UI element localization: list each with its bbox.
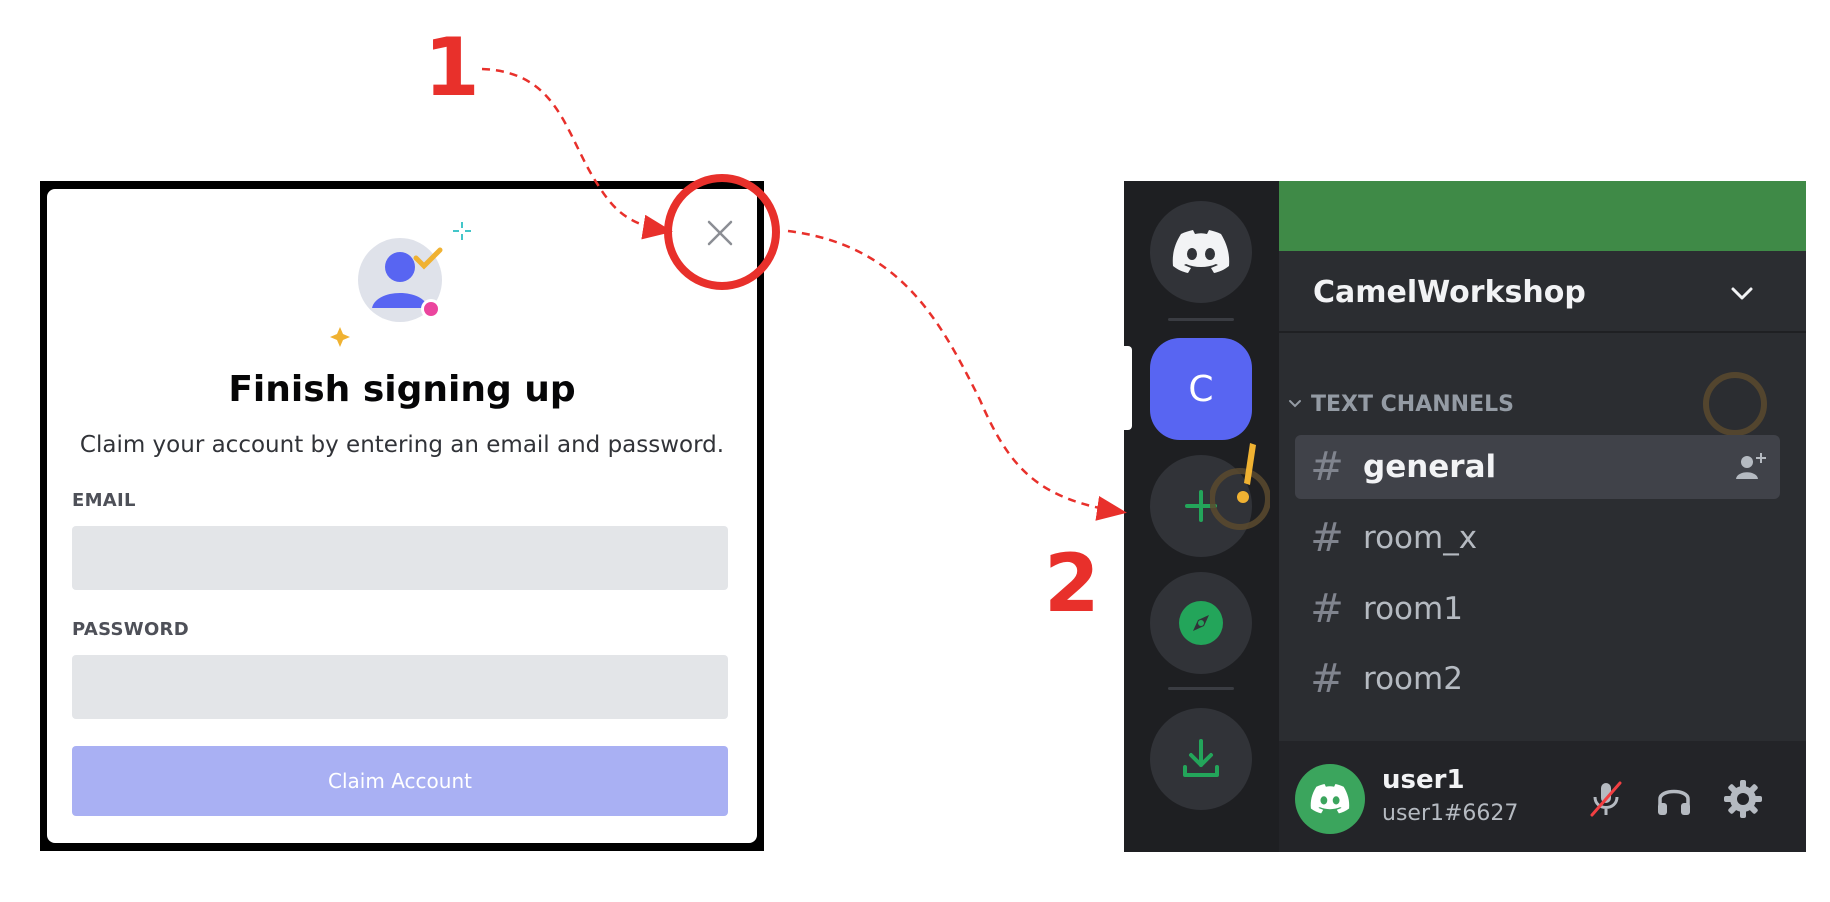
- username: user1: [1382, 765, 1465, 795]
- claim-account-button[interactable]: Claim Account: [72, 746, 728, 816]
- step-number-2: 2: [1044, 537, 1100, 630]
- server-header[interactable]: CamelWorkshop: [1279, 251, 1806, 333]
- channel-name: room1: [1363, 591, 1463, 627]
- chevron-down-icon: [1289, 400, 1301, 408]
- discord-logo-icon: [1310, 784, 1350, 814]
- rail-separator: [1168, 318, 1234, 321]
- rail-separator: [1168, 687, 1234, 690]
- home-button[interactable]: [1150, 201, 1252, 303]
- hash-icon: #: [1310, 656, 1344, 702]
- server-name: CamelWorkshop: [1313, 275, 1586, 310]
- user-panel: user1 user1#6627: [1279, 741, 1806, 852]
- chevron-down-icon: [1731, 287, 1753, 300]
- category-text-channels[interactable]: TEXT CHANNELS: [1287, 389, 1514, 419]
- gear-icon[interactable]: [1721, 777, 1765, 821]
- headphones-icon[interactable]: [1652, 777, 1696, 821]
- channel-panel: CamelWorkshop TEXT CHANNELS # general #: [1279, 181, 1806, 852]
- channel-name: general: [1363, 449, 1497, 485]
- mute-mic-icon[interactable]: [1584, 777, 1628, 821]
- invite-user-icon[interactable]: [1734, 451, 1768, 483]
- email-field[interactable]: [72, 526, 728, 590]
- server-camelworkshop-button[interactable]: C: [1150, 338, 1252, 440]
- user-tag: user1#6627: [1382, 801, 1519, 826]
- hash-icon: #: [1310, 444, 1344, 490]
- selected-server-pill: [1124, 346, 1132, 430]
- category-label: TEXT CHANNELS: [1311, 391, 1514, 417]
- channel-name: room2: [1363, 661, 1463, 697]
- modal-subtitle: Claim your account by entering an email …: [79, 432, 725, 458]
- highlight-ring: [1703, 372, 1767, 436]
- channel-item-general[interactable]: # general: [1295, 435, 1780, 499]
- hash-icon: #: [1310, 586, 1344, 632]
- discord-logo-icon: [1172, 230, 1230, 273]
- avatar[interactable]: [1295, 764, 1365, 834]
- channel-name: room_x: [1363, 520, 1478, 556]
- step-number-1: 1: [424, 21, 480, 114]
- hash-icon: #: [1310, 515, 1344, 561]
- compass-icon: [1179, 601, 1223, 645]
- modal-title: Finish signing up: [228, 369, 576, 410]
- channel-item-room2[interactable]: # room2: [1295, 647, 1780, 711]
- warning-icon: [1210, 443, 1270, 530]
- channel-item-room1[interactable]: # room1: [1295, 577, 1780, 641]
- server-banner: [1279, 181, 1806, 251]
- download-icon: [1183, 739, 1219, 777]
- channel-item-room-x[interactable]: # room_x: [1295, 506, 1780, 570]
- user-check-icon: [330, 222, 471, 347]
- password-field[interactable]: [72, 655, 728, 719]
- close-icon: [707, 220, 733, 246]
- explore-servers-button[interactable]: [1150, 572, 1252, 674]
- close-button[interactable]: [700, 213, 740, 253]
- password-label: PASSWORD: [72, 619, 189, 640]
- email-label: EMAIL: [72, 490, 136, 511]
- download-apps-button[interactable]: [1150, 708, 1252, 810]
